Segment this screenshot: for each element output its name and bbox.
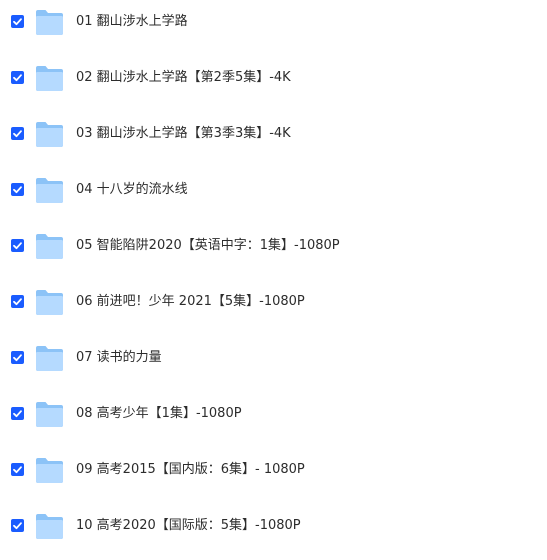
checkbox-checked[interactable] xyxy=(11,351,24,364)
list-item[interactable]: 06 前进吧！少年 2021【5集】-1080P xyxy=(0,280,547,336)
folder-icon[interactable] xyxy=(35,232,64,260)
file-name[interactable]: 02 翻山涉水上学路【第2季5集】-4K xyxy=(76,69,291,87)
folder-icon[interactable] xyxy=(35,120,64,148)
checkbox-checked[interactable] xyxy=(11,519,24,532)
list-item[interactable]: 04 十八岁的流水线 xyxy=(0,168,547,224)
checkbox-checked[interactable] xyxy=(11,295,24,308)
folder-icon[interactable] xyxy=(35,400,64,428)
folder-icon[interactable] xyxy=(35,8,64,36)
file-name[interactable]: 03 翻山涉水上学路【第3季3集】-4K xyxy=(76,125,291,143)
list-item[interactable]: 05 智能陷阱2020【英语中字：1集】-1080P xyxy=(0,224,547,280)
folder-icon[interactable] xyxy=(35,288,64,316)
folder-icon[interactable] xyxy=(35,344,64,372)
folder-icon[interactable] xyxy=(35,64,64,92)
file-name[interactable]: 08 高考少年【1集】-1080P xyxy=(76,405,242,423)
list-item[interactable]: 02 翻山涉水上学路【第2季5集】-4K xyxy=(0,56,547,112)
file-list: 01 翻山涉水上学路 02 翻山涉水上学路【第2季5集】-4K 03 翻山涉水上… xyxy=(0,0,547,547)
checkbox-checked[interactable] xyxy=(11,183,24,196)
checkbox-checked[interactable] xyxy=(11,463,24,476)
folder-icon[interactable] xyxy=(35,512,64,540)
file-name[interactable]: 10 高考2020【国际版：5集】-1080P xyxy=(76,517,301,535)
list-item[interactable]: 08 高考少年【1集】-1080P xyxy=(0,392,547,448)
folder-icon[interactable] xyxy=(35,456,64,484)
file-name[interactable]: 07 读书的力量 xyxy=(76,349,162,367)
file-name[interactable]: 04 十八岁的流水线 xyxy=(76,181,188,199)
list-item[interactable]: 03 翻山涉水上学路【第3季3集】-4K xyxy=(0,112,547,168)
list-item[interactable]: 01 翻山涉水上学路 xyxy=(0,0,547,56)
folder-icon[interactable] xyxy=(35,176,64,204)
file-name[interactable]: 01 翻山涉水上学路 xyxy=(76,13,188,31)
file-name[interactable]: 06 前进吧！少年 2021【5集】-1080P xyxy=(76,293,305,311)
checkbox-checked[interactable] xyxy=(11,239,24,252)
list-item[interactable]: 10 高考2020【国际版：5集】-1080P xyxy=(0,504,547,560)
checkbox-checked[interactable] xyxy=(11,15,24,28)
checkbox-checked[interactable] xyxy=(11,127,24,140)
checkbox-checked[interactable] xyxy=(11,407,24,420)
list-item[interactable]: 07 读书的力量 xyxy=(0,336,547,392)
file-name[interactable]: 09 高考2015【国内版：6集】- 1080P xyxy=(76,461,305,479)
file-name[interactable]: 05 智能陷阱2020【英语中字：1集】-1080P xyxy=(76,237,340,255)
checkbox-checked[interactable] xyxy=(11,71,24,84)
list-item[interactable]: 09 高考2015【国内版：6集】- 1080P xyxy=(0,448,547,504)
